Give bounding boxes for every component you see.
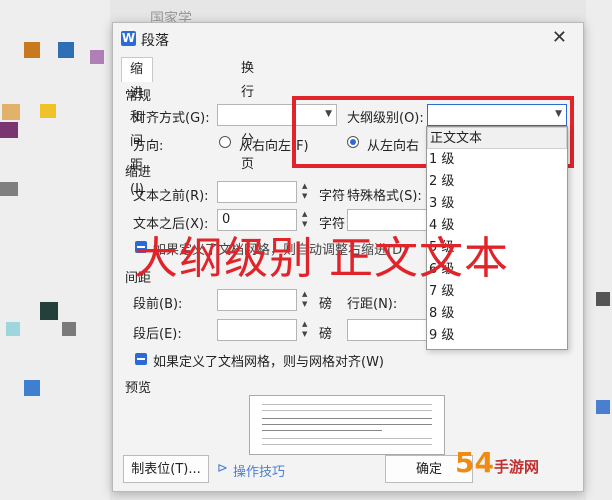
bg-swatch (24, 380, 40, 396)
bg-swatch (596, 292, 610, 306)
section-general: 常规 (125, 89, 152, 104)
space-after-label: 段后(E): (133, 327, 182, 342)
paragraph-preview (249, 395, 445, 455)
indent-before-input[interactable] (217, 181, 297, 203)
background-panel-right (586, 0, 612, 500)
bg-swatch (90, 50, 104, 64)
outline-option-level-2[interactable]: 2 级 (427, 171, 567, 193)
space-after-unit[interactable]: 磅 (301, 323, 332, 342)
rtl-radio[interactable] (219, 136, 231, 148)
space-before-label: 段前(B): (133, 297, 183, 312)
grid-align-checkbox[interactable] (135, 353, 147, 365)
bg-swatch (40, 302, 58, 320)
outline-option-level-1[interactable]: 1 级 (427, 149, 567, 171)
indent-before-unit[interactable]: 字符 (301, 185, 345, 204)
dialog-titlebar: W 段落 ✕ (113, 23, 583, 55)
bg-swatch (62, 322, 76, 336)
bg-swatch (6, 322, 20, 336)
section-preview: 预览 (125, 381, 152, 396)
tab-stops-button[interactable]: 制表位(T)... (123, 455, 209, 483)
alignment-label: 对齐方式(G): (133, 111, 210, 126)
bg-swatch (40, 104, 56, 118)
section-indent: 缩进 (125, 165, 152, 180)
line-spacing-select[interactable] (347, 319, 427, 341)
space-after-input[interactable] (217, 319, 297, 341)
outline-option-level-8[interactable]: 8 级 (427, 303, 567, 325)
bg-swatch (24, 42, 40, 58)
grid-align-label: 如果定义了文档网格，则与网格对齐(W) (153, 355, 384, 370)
play-icon[interactable]: ⊳ (217, 461, 228, 476)
background-panel-left (0, 0, 110, 500)
bg-swatch (2, 104, 20, 120)
indent-before-label: 文本之前(R): (133, 189, 209, 204)
tab-indent-spacing[interactable]: 缩进和间距(I) (121, 57, 153, 197)
bg-swatch (0, 182, 18, 196)
bg-swatch (58, 42, 74, 58)
outline-option-level-3[interactable]: 3 级 (427, 193, 567, 215)
outline-option-level-9[interactable]: 9 级 (427, 325, 567, 347)
tab-line-page-breaks[interactable]: 换行和分页(P) (233, 57, 267, 196)
wps-writer-icon: W (121, 31, 136, 46)
space-before-unit[interactable]: 磅 (301, 293, 332, 312)
close-icon[interactable]: ✕ (552, 27, 567, 48)
tips-link[interactable]: 操作技巧 (233, 461, 285, 480)
site-watermark: 54手游网 (455, 446, 539, 479)
bg-swatch (596, 400, 610, 414)
space-before-input[interactable] (217, 289, 297, 311)
special-format-label: 特殊格式(S): (347, 189, 422, 204)
bg-swatch (0, 122, 18, 138)
annotation-overlay-text: 大纲级别 正文文本 (134, 233, 509, 284)
direction-label: 方向: (133, 139, 164, 154)
watermark-number: 54 (455, 446, 494, 479)
watermark-site: 手游网 (493, 458, 539, 476)
dialog-title: 段落 (141, 33, 169, 49)
line-spacing-label: 行距(N): (347, 297, 398, 312)
outline-option-body-text[interactable]: 正文文本 (427, 127, 567, 149)
